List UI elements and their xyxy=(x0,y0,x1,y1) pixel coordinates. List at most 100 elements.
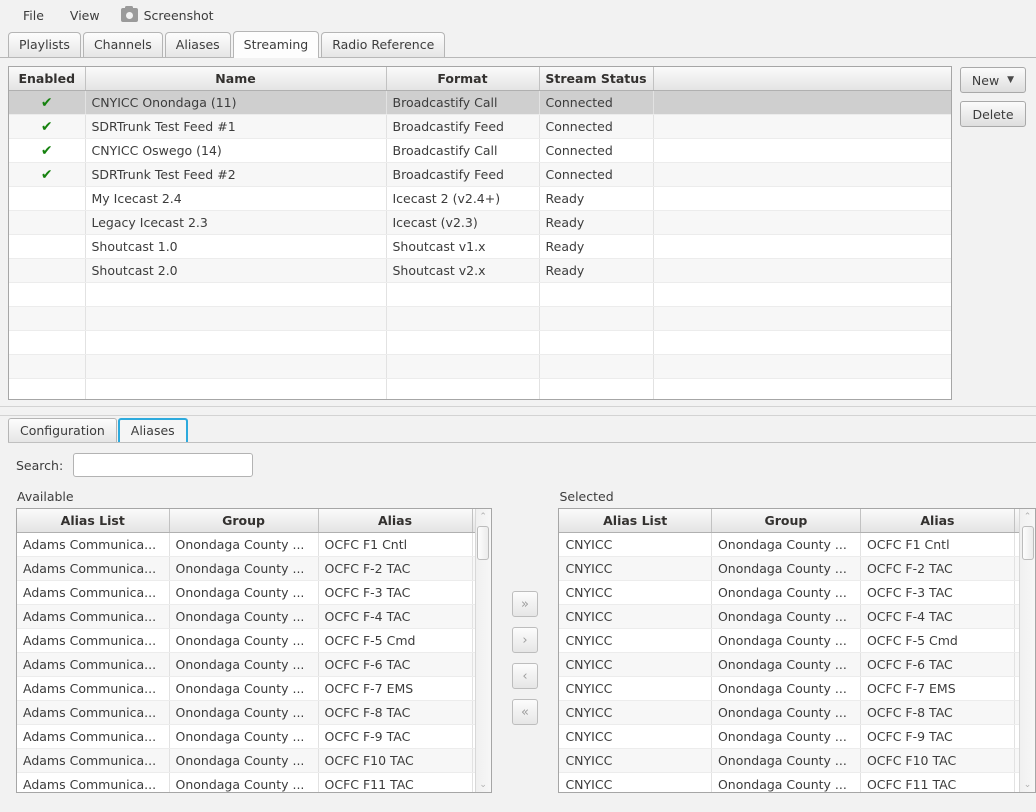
scroll-up-icon[interactable]: ⌃ xyxy=(476,509,491,524)
cell-enabled[interactable] xyxy=(9,186,86,211)
available-list[interactable]: Alias List Group Alias Adams Communica..… xyxy=(16,508,492,793)
move-all-right-button[interactable]: » xyxy=(512,591,539,617)
table-row[interactable]: Adams Communica... Onondaga County ... OCF… xyxy=(17,772,475,792)
menu-view[interactable]: View xyxy=(59,4,111,27)
table-row[interactable]: Adams Communica... Onondaga County ... OCF… xyxy=(17,748,475,773)
cell-enabled[interactable]: ✔ xyxy=(9,162,86,187)
col-stream-status[interactable]: Stream Status xyxy=(539,67,654,91)
table-row[interactable]: Legacy Icecast 2.3 Icecast (v2.3) Ready xyxy=(9,210,951,235)
menu-screenshot[interactable]: Screenshot xyxy=(115,4,225,27)
selected-scrollbar[interactable]: ⌃ ⌄ xyxy=(1019,509,1036,792)
tab-aliases[interactable]: Aliases xyxy=(164,32,231,57)
table-row[interactable]: CNYICC Onondaga County ... OCFC F1 Cntl xyxy=(559,532,1020,557)
check-icon: ✔ xyxy=(40,118,53,135)
cell-enabled[interactable] xyxy=(9,234,86,259)
cell-enabled[interactable] xyxy=(9,210,86,235)
avail-col-alias[interactable]: Alias xyxy=(318,509,473,533)
tab-playlists[interactable]: Playlists xyxy=(8,32,81,57)
tab-streaming[interactable]: Streaming xyxy=(232,31,320,58)
table-row[interactable]: CNYICC Onondaga County ... OCFC F11 TAC xyxy=(559,772,1020,792)
table-row[interactable]: Adams Communica... Onondaga County ... OCF… xyxy=(17,700,475,725)
table-row[interactable]: Adams Communica... Onondaga County ... OCF… xyxy=(17,580,475,605)
table-row[interactable]: CNYICC Onondaga County ... OCFC F-7 EMS xyxy=(559,676,1020,701)
table-row[interactable]: Shoutcast 2.0 Shoutcast v2.x Ready xyxy=(9,258,951,283)
cell-enabled[interactable]: ✔ xyxy=(9,90,86,115)
move-left-button[interactable]: ‹ xyxy=(512,663,539,689)
table-row[interactable] xyxy=(9,330,951,355)
col-enabled[interactable]: Enabled xyxy=(9,67,86,91)
table-row[interactable]: CNYICC Onondaga County ... OCFC F-2 TAC xyxy=(559,556,1020,581)
cell-alias: OCFC F-9 TAC xyxy=(318,724,473,749)
table-row[interactable]: Adams Communica... Onondaga County ... OCF… xyxy=(17,652,475,677)
table-row[interactable]: ✔ SDRTrunk Test Feed #1 Broadcastify Feed C… xyxy=(9,114,951,139)
cell-group: Onondaga County ... xyxy=(169,532,319,557)
cell-enabled[interactable] xyxy=(9,354,86,379)
cell-alias-list: CNYICC xyxy=(559,556,712,581)
move-all-left-button[interactable]: « xyxy=(512,699,539,725)
scroll-up-icon[interactable]: ⌃ xyxy=(1020,509,1035,524)
tab-channels[interactable]: Channels xyxy=(82,32,163,57)
col-spacer[interactable] xyxy=(653,67,951,91)
menu-file[interactable]: File xyxy=(12,4,55,27)
cell-name: Legacy Icecast 2.3 xyxy=(85,210,387,235)
table-row[interactable] xyxy=(9,306,951,331)
table-row[interactable]: ✔ CNYICC Onondaga (11) Broadcastify Call Co… xyxy=(9,90,951,115)
sel-col-alias[interactable]: Alias xyxy=(860,509,1015,533)
scrollbar-thumb[interactable] xyxy=(477,526,490,560)
table-row[interactable] xyxy=(9,282,951,307)
scroll-down-icon[interactable]: ⌄ xyxy=(476,777,491,792)
table-row[interactable]: CNYICC Onondaga County ... OCFC F-4 TAC xyxy=(559,604,1020,629)
scroll-down-icon[interactable]: ⌄ xyxy=(1020,777,1035,792)
cell-enabled[interactable] xyxy=(9,378,86,399)
table-row[interactable]: Adams Communica... Onondaga County ... OCF… xyxy=(17,604,475,629)
table-row[interactable]: CNYICC Onondaga County ... OCFC F-5 Cmd xyxy=(559,628,1020,653)
delete-button[interactable]: Delete xyxy=(960,101,1026,127)
tab-configuration[interactable]: Configuration xyxy=(8,418,117,442)
table-row[interactable]: Shoutcast 1.0 Shoutcast v1.x Ready xyxy=(9,234,951,259)
table-row[interactable]: Adams Communica... Onondaga County ... OCF… xyxy=(17,628,475,653)
scrollbar-thumb[interactable] xyxy=(1021,526,1034,560)
table-row[interactable]: Adams Communica... Onondaga County ... OCF… xyxy=(17,556,475,581)
tab-radio-reference[interactable]: Radio Reference xyxy=(321,32,446,57)
table-row[interactable] xyxy=(9,378,951,399)
streaming-table[interactable]: Enabled Name Format Stream Status ✔ CNYIC… xyxy=(8,66,952,400)
cell-name: SDRTrunk Test Feed #2 xyxy=(85,162,387,187)
new-button[interactable]: New ▼ xyxy=(960,67,1026,93)
cell-group: Onondaga County ... xyxy=(169,604,319,629)
cell-enabled[interactable] xyxy=(9,258,86,283)
avail-col-group[interactable]: Group xyxy=(169,509,319,533)
tab-detail-aliases[interactable]: Aliases xyxy=(117,418,188,442)
table-row[interactable]: ✔ CNYICC Oswego (14) Broadcastify Call Conn… xyxy=(9,138,951,163)
table-row[interactable]: CNYICC Onondaga County ... OCFC F-6 TAC xyxy=(559,652,1020,677)
cell-alias: OCFC F-3 TAC xyxy=(318,580,473,605)
table-row[interactable]: Adams Communica... Onondaga County ... OCF… xyxy=(17,532,475,557)
panel-splitter[interactable] xyxy=(0,406,1036,416)
search-input[interactable] xyxy=(73,453,254,477)
table-row[interactable]: Adams Communica... Onondaga County ... OCF… xyxy=(17,676,475,701)
table-row[interactable]: My Icecast 2.4 Icecast 2 (v2.4+) Ready xyxy=(9,186,951,211)
detail-panel: Configuration Aliases Search: Available xyxy=(0,416,1036,793)
available-scrollbar[interactable]: ⌃ ⌄ xyxy=(474,509,491,792)
cell-group: Onondaga County ... xyxy=(711,676,861,701)
cell-enabled[interactable]: ✔ xyxy=(9,138,86,163)
cell-enabled[interactable] xyxy=(9,306,86,331)
table-row[interactable]: CNYICC Onondaga County ... OCFC F10 TAC xyxy=(559,748,1020,773)
cell-enabled[interactable]: ✔ xyxy=(9,114,86,139)
cell-format: Icecast (v2.3) xyxy=(386,210,540,235)
cell-enabled[interactable] xyxy=(9,282,86,307)
cell-enabled[interactable] xyxy=(9,330,86,355)
table-row[interactable]: ✔ SDRTrunk Test Feed #2 Broadcastify Feed C… xyxy=(9,162,951,187)
sel-col-group[interactable]: Group xyxy=(711,509,861,533)
table-row[interactable]: CNYICC Onondaga County ... OCFC F-8 TAC xyxy=(559,700,1020,725)
table-row[interactable]: CNYICC Onondaga County ... OCFC F-9 TAC xyxy=(559,724,1020,749)
selected-list[interactable]: Alias List Group Alias CNYICC Onondaga Co… xyxy=(558,508,1036,793)
col-name[interactable]: Name xyxy=(85,67,387,91)
move-right-button[interactable]: › xyxy=(512,627,539,653)
sel-col-alias-list[interactable]: Alias List xyxy=(559,509,712,533)
avail-col-alias-list[interactable]: Alias List xyxy=(17,509,170,533)
table-row[interactable]: Adams Communica... Onondaga County ... OCF… xyxy=(17,724,475,749)
col-format[interactable]: Format xyxy=(386,67,540,91)
table-row[interactable]: CNYICC Onondaga County ... OCFC F-3 TAC xyxy=(559,580,1020,605)
table-row[interactable] xyxy=(9,354,951,379)
cell-spacer xyxy=(653,378,951,399)
